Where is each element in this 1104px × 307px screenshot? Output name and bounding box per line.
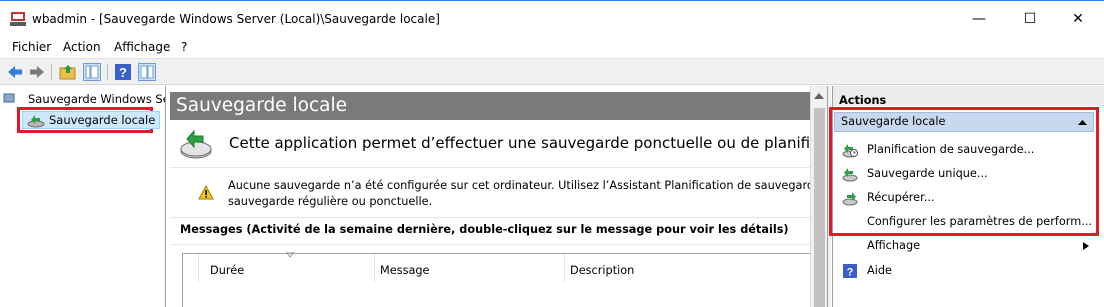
actions-group-title: Sauvegarde locale	[841, 115, 946, 128]
help-icon: ?	[843, 264, 857, 279]
center-title: Sauvegarde locale	[176, 95, 347, 116]
center-pane: Sauvegarde locale Cette application perm…	[170, 86, 810, 307]
warning-icon	[198, 185, 214, 200]
action-affichage[interactable]: Affichage	[833, 235, 1097, 257]
scroll-up-icon[interactable]	[814, 92, 824, 100]
action-aide[interactable]: ? Aide	[833, 260, 1097, 282]
menu-affichage[interactable]: Affichage	[114, 40, 170, 54]
show-hide-action-pane-icon[interactable]	[138, 63, 156, 81]
console-tree: Sauvegarde Windows Server (Local) Sauveg…	[0, 86, 166, 307]
action-label: Affichage	[867, 239, 921, 252]
column-separator[interactable]	[564, 254, 565, 282]
menu-fichier[interactable]: Fichier	[12, 40, 51, 54]
actions-pane: Actions Sauvegarde locale Planification …	[829, 86, 1104, 307]
sort-indicator-icon	[286, 252, 294, 258]
action-recuperer[interactable]: Récupérer...	[833, 187, 1097, 209]
toolbar-separator	[107, 64, 108, 80]
menu-action[interactable]: Action	[63, 40, 101, 54]
action-sauvegarde-unique[interactable]: Sauvegarde unique...	[833, 163, 1097, 185]
window-title: wbadmin - [Sauvegarde Windows Server (Lo…	[32, 12, 440, 26]
divider	[170, 244, 810, 245]
tree-item-sauvegarde-locale[interactable]: Sauvegarde locale	[22, 111, 161, 129]
toolbar-separator	[51, 64, 52, 80]
backup-hero-icon	[180, 129, 212, 159]
divider	[170, 217, 810, 218]
app-icon	[10, 12, 26, 26]
action-configurer-performances[interactable]: Configurer les paramètres de perform...	[833, 211, 1097, 233]
center-header: Sauvegarde locale	[170, 92, 810, 120]
action-label: Configurer les paramètres de perform...	[867, 215, 1093, 228]
divider	[170, 167, 810, 168]
svg-text:?: ?	[847, 267, 854, 279]
close-button[interactable]: ✕	[1055, 1, 1101, 37]
minimize-button[interactable]: —	[956, 1, 1002, 37]
warning-line-2: sauvegarde régulière ou ponctuelle.	[228, 195, 433, 208]
actions-header: Actions	[833, 86, 1104, 107]
action-planification[interactable]: Planification de sauvegarde...	[833, 139, 1097, 161]
svg-text:?: ?	[119, 65, 127, 80]
column-header-message[interactable]: Message	[380, 264, 430, 277]
center-body: Cette application permet d’effectuer une…	[170, 120, 810, 307]
hero-description: Cette application permet d’effectuer une…	[229, 134, 810, 152]
toolbar: ?	[0, 58, 1104, 85]
action-label: Sauvegarde unique...	[867, 167, 988, 180]
vertical-scrollbar[interactable]	[810, 86, 827, 307]
column-header-description[interactable]: Description	[570, 264, 634, 277]
column-separator[interactable]	[374, 254, 375, 282]
maximize-button[interactable]: ☐	[1007, 1, 1053, 37]
action-label: Récupérer...	[867, 191, 935, 204]
menu-help[interactable]: ?	[181, 40, 187, 54]
backup-once-icon	[842, 168, 858, 182]
action-label: Planification de sauvegarde...	[867, 143, 1035, 156]
forward-arrow-icon[interactable]	[28, 63, 46, 81]
recover-icon	[842, 192, 858, 206]
warning-message: Aucune sauvegarde n’a été configurée sur…	[228, 178, 810, 210]
action-label: Aide	[867, 264, 892, 277]
collapse-triangle-icon[interactable]	[1078, 120, 1087, 125]
tree-highlight-box: Sauvegarde locale	[17, 107, 161, 133]
title-bar: wbadmin - [Sauvegarde Windows Server (Lo…	[0, 0, 1104, 36]
messages-table[interactable]: Durée Message Description	[182, 252, 810, 307]
show-hide-tree-icon[interactable]	[83, 63, 101, 81]
column-header-duree[interactable]: Durée	[210, 264, 244, 277]
schedule-backup-icon	[842, 144, 858, 158]
up-folder-icon[interactable]	[59, 63, 77, 81]
back-arrow-icon[interactable]	[6, 63, 24, 81]
actions-title: Actions	[839, 94, 887, 107]
server-backup-icon	[3, 93, 15, 103]
menu-bar: Fichier Action Affichage ?	[0, 36, 1104, 58]
column-separator[interactable]	[198, 254, 199, 282]
messages-section-title: Messages (Activité de la semaine dernièr…	[180, 223, 789, 236]
local-backup-icon	[27, 115, 45, 128]
help-icon[interactable]: ?	[114, 63, 132, 81]
scrollbar-thumb[interactable]	[814, 108, 825, 307]
tree-root-item[interactable]: Sauvegarde Windows Server (Local)	[28, 92, 165, 106]
actions-group-header[interactable]: Sauvegarde locale	[834, 112, 1094, 132]
warning-line-1: Aucune sauvegarde n’a été configurée sur…	[228, 179, 810, 192]
submenu-arrow-icon	[1083, 242, 1089, 250]
tree-item-label: Sauvegarde locale	[49, 113, 156, 127]
